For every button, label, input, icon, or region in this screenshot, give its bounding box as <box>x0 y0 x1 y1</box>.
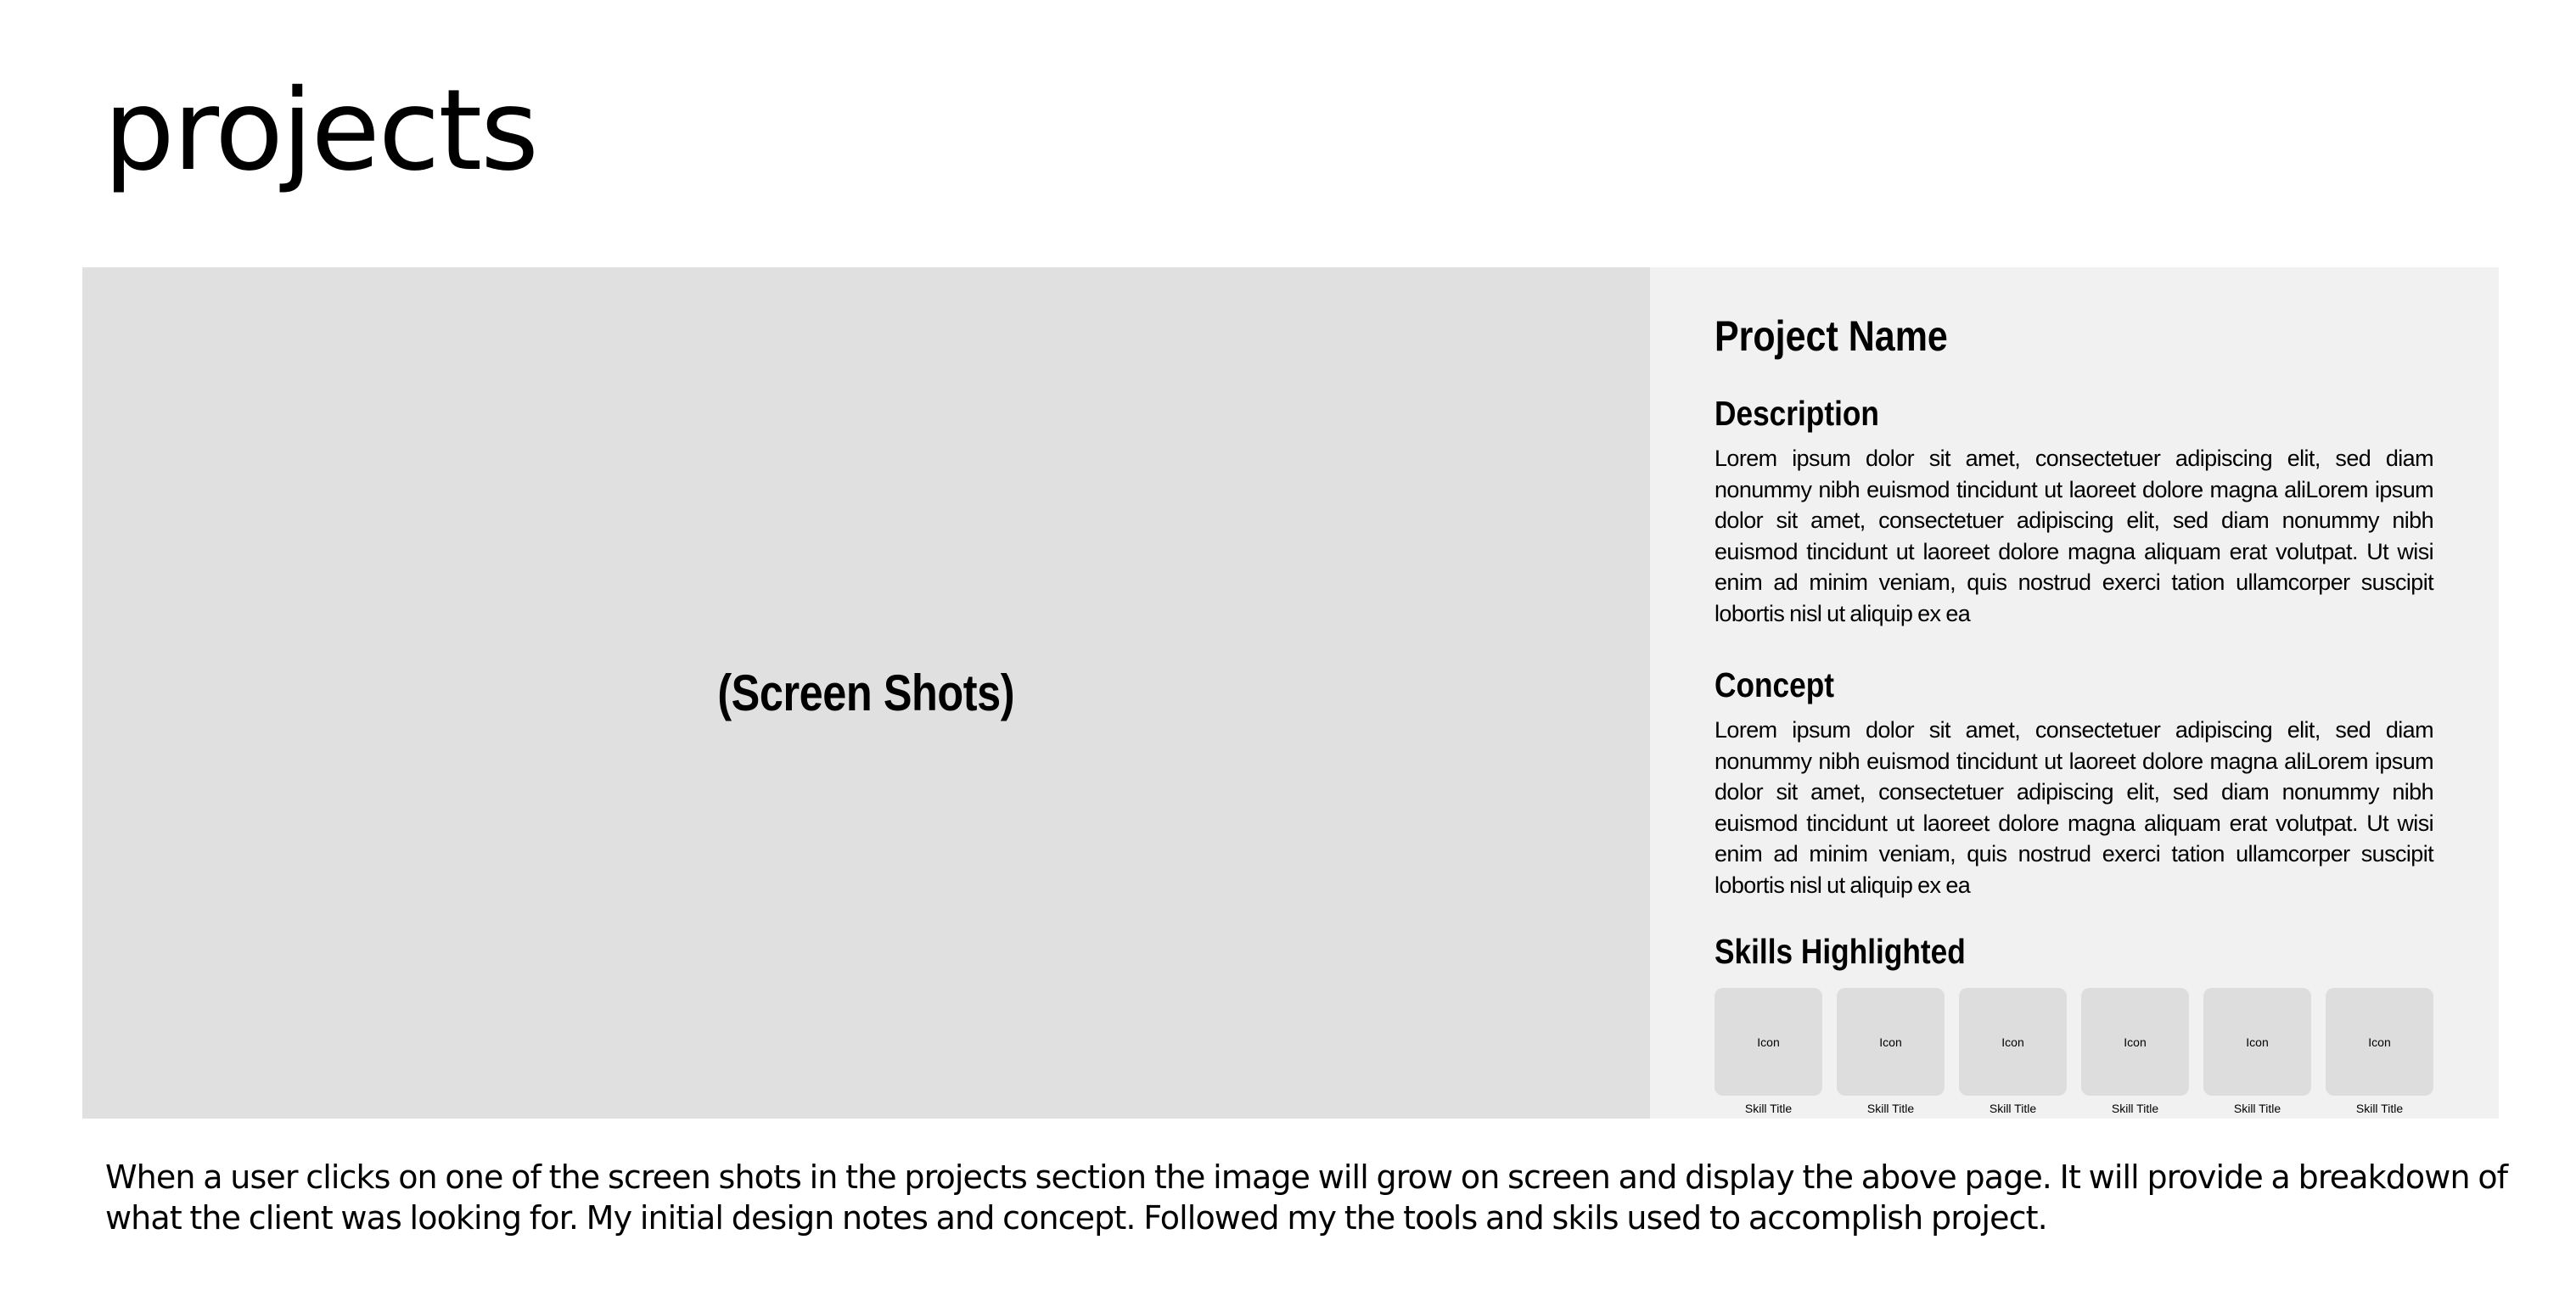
skill-item: Icon Skill Title <box>2203 988 2311 1115</box>
skill-title: Skill Title <box>2111 1102 2159 1115</box>
skill-icon[interactable]: Icon <box>1715 988 1822 1096</box>
description-text: Lorem ipsum dolor sit amet, consectetuer… <box>1715 446 2434 626</box>
project-name: Project Name <box>1715 312 1948 360</box>
skill-icon[interactable]: Icon <box>1959 988 2067 1096</box>
skills-heading: Skills Highlighted <box>1715 932 1966 971</box>
skill-item: Icon Skill Title <box>2081 988 2189 1115</box>
project-details: Project Name Description Lorem ipsum dol… <box>1650 267 2499 1119</box>
skill-title: Skill Title <box>1989 1102 2037 1115</box>
skill-title: Skill Title <box>2355 1102 2404 1115</box>
skill-icon[interactable]: Icon <box>2203 988 2311 1096</box>
project-detail-panel: (Screen Shots) Project Name Description … <box>82 267 2499 1119</box>
skill-item: Icon Skill Title <box>1837 988 1945 1115</box>
skill-title: Skill Title <box>1866 1102 1915 1115</box>
screenshot-placeholder-label: (Screen Shots) <box>717 665 1015 721</box>
description-heading: Description <box>1715 394 1879 433</box>
concept-text: Lorem ipsum dolor sit amet, consectetuer… <box>1715 717 2434 898</box>
skill-icon[interactable]: Icon <box>2326 988 2433 1096</box>
skills-list: Icon Skill Title Icon Skill Title Icon S… <box>1715 988 2433 1115</box>
skill-title: Skill Title <box>1744 1102 1793 1115</box>
skill-icon[interactable]: Icon <box>2081 988 2189 1096</box>
skill-item: Icon Skill Title <box>2326 988 2433 1115</box>
skill-icon[interactable]: Icon <box>1837 988 1945 1096</box>
page-title: projects <box>104 65 539 196</box>
skill-title: Skill Title <box>2233 1102 2281 1115</box>
skill-item: Icon Skill Title <box>1959 988 2067 1115</box>
skill-item: Icon Skill Title <box>1715 988 1822 1115</box>
design-note: When a user clicks on one of the screen … <box>105 1158 2508 1237</box>
screenshot-area[interactable]: (Screen Shots) <box>82 267 1650 1119</box>
concept-heading: Concept <box>1715 665 1835 704</box>
